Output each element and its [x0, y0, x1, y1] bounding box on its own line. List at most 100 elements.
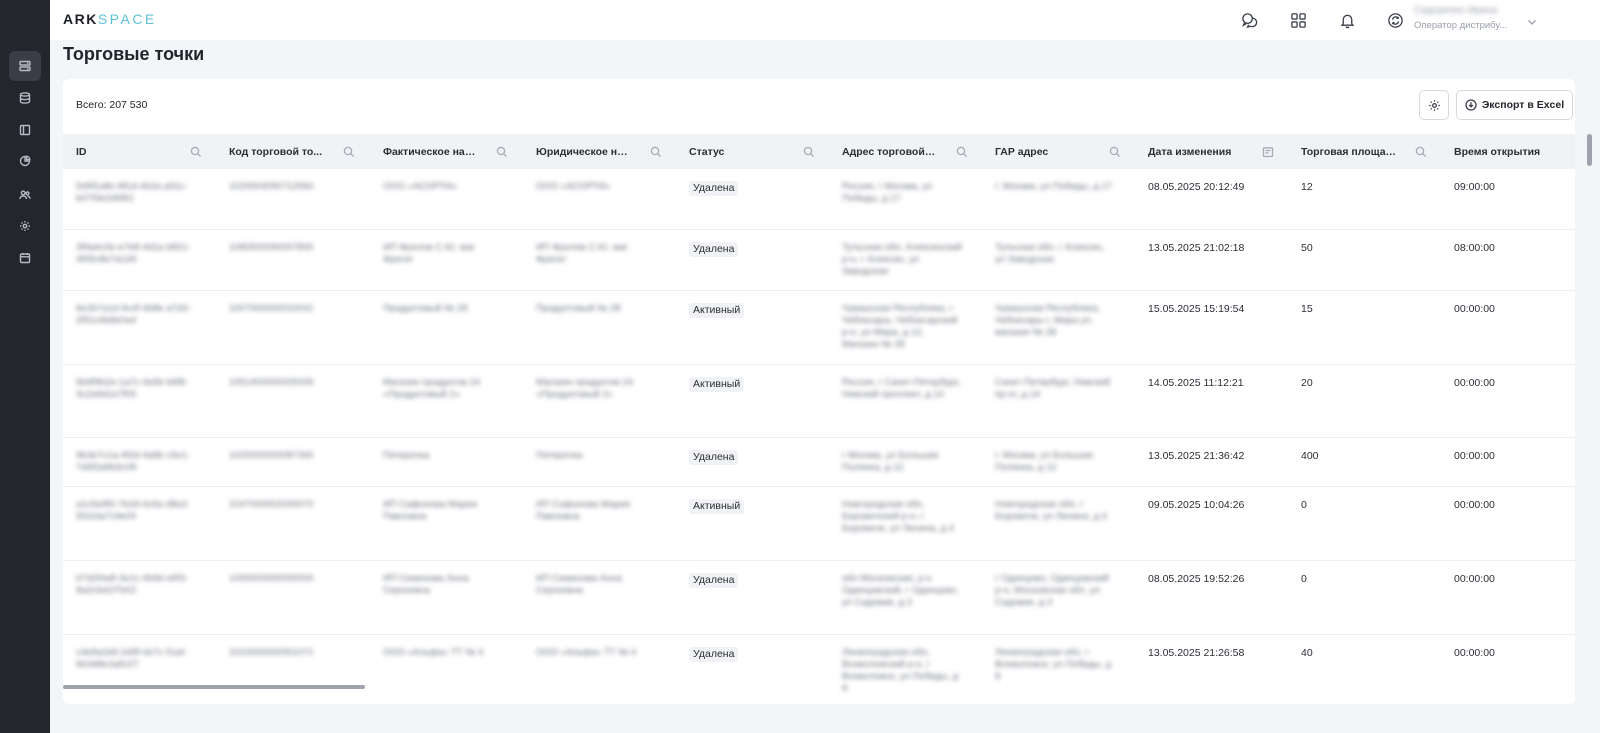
sidebar-item-users[interactable] [9, 180, 41, 210]
cell-gar-address: Санкт-Петербург, Невский пр-кт, д 14 [995, 377, 1115, 401]
column-header[interactable]: Юридическое наз... [536, 134, 631, 169]
cell-area-text: 0 [1301, 573, 1307, 585]
cell-legal-name-text: ИП Фролов С.Ю. маг Фрегат [536, 242, 629, 265]
status-badge: Удалена [689, 181, 774, 196]
cell-opening-time: 00:00:00 [1454, 499, 1575, 512]
app-logo[interactable]: ARKSPACE [63, 11, 157, 27]
sidebar-item-calendar[interactable] [9, 243, 41, 273]
cell-code-text: 1007000000010041 [229, 303, 314, 314]
cell-legal-name: ИП Фролов С.Ю. маг Фрегат [536, 242, 656, 266]
table-row[interactable]: b7d2f4a8-3e1c-4b9d e6f3-8a2c5d1f7b02 1000… [63, 561, 1575, 635]
search-icon[interactable] [343, 145, 356, 158]
table-row[interactable]: 3f9a4c0e-e7b8-4d1a b821-4f05c8e7a1d9 1080… [63, 230, 1575, 291]
sidebar-item-database[interactable] [9, 83, 41, 113]
cell-code-text: 1010000000051071 [229, 647, 314, 658]
book-icon [19, 124, 31, 136]
column-header[interactable]: Торговая площад... [1301, 134, 1398, 169]
sidebar-item-catalog[interactable] [9, 115, 41, 145]
cell-code-text: 1020000000087300 [229, 450, 314, 461]
sidebar-item-outlets[interactable] [9, 51, 41, 81]
cell-gar-address-text: Тульская обл, г Алексин, ул Заводская [995, 242, 1105, 265]
sync-button[interactable] [1384, 9, 1406, 31]
users-icon [19, 190, 31, 200]
database-icon [19, 92, 31, 104]
chevron-down-icon[interactable] [1527, 14, 1537, 25]
cell-address: Россия, г Москва, ул Победы, д 17 [842, 181, 962, 205]
cell-area-text: 15 [1301, 303, 1313, 315]
search-icon[interactable] [190, 145, 203, 158]
table-row[interactable]: a1c5e9f3-7b2d-4c6a d8e2-5f1b3a7c9e04 1047… [63, 487, 1575, 561]
cell-gar-address: Тульская обл, г Алексин, ул Заводская [995, 242, 1115, 266]
table-row[interactable]: 5d9f1a8c-8f1d-4b2a a91c-b07f3e2d5f61 1020… [63, 169, 1575, 230]
column-header[interactable]: Фактическое наз... [383, 134, 478, 169]
export-excel-button[interactable]: Экспорт в Excel [1456, 90, 1573, 120]
cell-gar-address: Чувашская Республика, Чебоксары г, Мира … [995, 303, 1115, 339]
column-header[interactable]: Дата изменения [1148, 134, 1243, 169]
cell-gar-address-text: Чувашская Республика, Чебоксары г, Мира … [995, 303, 1101, 338]
cell-opening-time: 08:00:00 [1454, 242, 1575, 255]
export-label: Экспорт в Excel [1481, 99, 1565, 111]
cell-id: a1c5e9f3-7b2d-4c6a d8e2-5f1b3a7c9e04 [76, 499, 211, 523]
cell-date-modified: 09.05.2025 10:04:26 [1148, 499, 1268, 512]
chat-button[interactable] [1238, 9, 1260, 31]
column-header[interactable]: Код торговой то... [229, 134, 324, 169]
column-header[interactable]: Адрес торговой т... [842, 134, 937, 169]
cell-code: 1051400000005005 [229, 377, 349, 389]
cell-actual-name-text: Продуктовый № 28 [383, 303, 468, 314]
sidebar-item-settings[interactable] [9, 211, 41, 241]
calendar-icon[interactable] [1262, 145, 1275, 158]
table-row[interactable]: c4e8a1b6-2d9f-4e7c f1a4-6b3d8e2a5c07 1010… [63, 635, 1575, 704]
column-header[interactable]: Время открытия [1454, 134, 1554, 169]
cell-code-text: 1000000000000000 [229, 573, 314, 584]
search-icon[interactable] [650, 145, 663, 158]
sync-icon [1387, 12, 1403, 28]
status-badge: Удалена [689, 450, 774, 465]
bell-icon [1340, 14, 1354, 28]
column-header[interactable]: ГАР адрес [995, 134, 1090, 169]
cell-opening-time-text: 00:00:00 [1454, 499, 1495, 511]
user-menu[interactable]: Сидоренко Ирина Оператор дистрибу... [1414, 5, 1534, 31]
cell-opening-time-text: 00:00:00 [1454, 303, 1495, 315]
cell-opening-time: 09:00:00 [1454, 181, 1575, 194]
cell-legal-name-text: Пятерочка [536, 450, 583, 461]
column-header-label: ГАР адрес [995, 145, 1049, 158]
cell-actual-name-text: Пятерочка [383, 450, 430, 461]
table-row[interactable]: 8d4f9b2e-1a7c-4e5b b6f8-3c2a9d1e7f05 1051… [63, 365, 1575, 438]
horizontal-scrollbar[interactable] [63, 685, 365, 689]
cell-area-text: 40 [1301, 647, 1313, 659]
search-icon[interactable] [956, 145, 969, 158]
cell-id-text: 5d9f1a8c-8f1d-4b2a a91c-b07f3e2d5f61 [76, 181, 188, 204]
column-header[interactable]: ID [76, 134, 186, 169]
search-icon[interactable] [1415, 145, 1428, 158]
search-icon[interactable] [1109, 145, 1122, 158]
cell-id-text: c4e8a1b6-2d9f-4e7c f1a4-6b3d8e2a5c07 [76, 647, 188, 670]
cell-gar-address: г. Москва, ул Победы, д 17 [995, 181, 1115, 193]
cell-id: 6e2b7a1d-9c4f-4b8e a7d3-2f91c6b8e0a4 [76, 303, 211, 327]
cell-address-text: Россия, г Санкт-Петербург, Невский просп… [842, 377, 961, 400]
cell-gar-address-text: г. Москва, ул Победы, д 17 [995, 181, 1112, 192]
table-settings-button[interactable] [1419, 90, 1449, 120]
status-badge: Активный [689, 377, 774, 392]
cell-actual-name: ООО «Альфа» ТТ № 4 [383, 647, 503, 659]
status-badge-text: Удалена [689, 647, 739, 662]
table-row[interactable]: 6e2b7a1d-9c4f-4b8e a7d3-2f91c6b8e0a4 1007… [63, 291, 1575, 365]
cell-address-text: Новгородская обл, Боровичский р-н, г Бор… [842, 499, 955, 534]
status-badge: Удалена [689, 647, 774, 662]
search-icon[interactable] [496, 145, 509, 158]
vertical-scrollbar[interactable] [1587, 134, 1592, 166]
cell-id-text: a1c5e9f3-7b2d-4c6a d8e2-5f1b3a7c9e04 [76, 499, 191, 522]
cell-opening-time-text: 09:00:00 [1454, 181, 1495, 193]
cell-code: 1080500090007800 [229, 242, 349, 254]
notifications-button[interactable] [1336, 9, 1358, 31]
cell-code-text: 1051400000005005 [229, 377, 314, 388]
cell-date-modified-text: 14.05.2025 11:12:21 [1148, 377, 1244, 389]
search-icon[interactable] [803, 145, 816, 158]
column-header[interactable]: Статус [689, 134, 749, 169]
table-row[interactable]: 9b3e7c1a-4f2d-4a8b c5e1-7d6f2a9b3c08 1020… [63, 438, 1575, 487]
cell-date-modified: 15.05.2025 15:19:54 [1148, 303, 1268, 316]
sidebar-item-reports[interactable] [9, 146, 41, 176]
gear-icon [20, 221, 30, 231]
apps-button[interactable] [1287, 9, 1309, 31]
cell-address: Чувашская Республика, г Чебоксары, Чебок… [842, 303, 962, 351]
cell-actual-name-text: ООО «АСОРТИ» [383, 181, 458, 192]
